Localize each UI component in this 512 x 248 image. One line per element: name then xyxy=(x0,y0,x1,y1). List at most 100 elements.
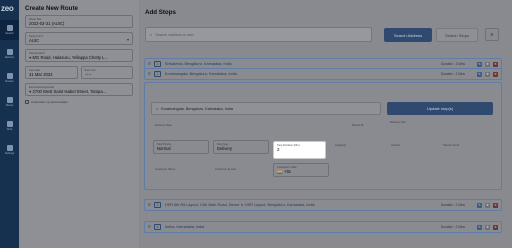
field-value: 2022-03-31 (AUIC) xyxy=(29,21,65,26)
field-value: 31 Mar 2023 xyxy=(29,72,53,77)
stop-number: 3 xyxy=(153,202,161,208)
nav-label: Settings xyxy=(4,152,15,155)
delivery-note-label: Delivery Note xyxy=(155,123,172,127)
volume-label: Volume xyxy=(391,143,401,147)
custom-start-checkbox[interactable]: Customize my start location xyxy=(25,100,133,104)
edit-icon[interactable]: ✎ xyxy=(477,202,482,208)
layers-icon[interactable]: ≡ xyxy=(485,28,499,41)
nav-label: Stores xyxy=(5,104,14,107)
nav-item-chat[interactable]: Chat xyxy=(0,116,19,136)
chat-icon xyxy=(6,121,13,127)
delete-icon[interactable]: ✕ xyxy=(493,202,498,208)
stop-type-select[interactable]: Stop type Delivery xyxy=(213,140,269,154)
delete-icon[interactable]: ✕ xyxy=(493,61,498,67)
stop-address: HSR 6th Rd Layout, 12th Main Road, Secto… xyxy=(164,203,315,207)
form-title: Create New Route xyxy=(25,5,78,12)
stop-duration-input[interactable]: Stop Duration (Min.) 2 xyxy=(273,141,326,159)
stop-duration: Duration : 2 Mins xyxy=(440,72,465,76)
add-stops-panel: Add Stops ⌕ Search address to add Search… xyxy=(139,0,512,248)
field-value: ⌖ 2700 West Saint Isabel Street, Tampa..… xyxy=(29,89,129,95)
stop-row[interactable]: ≡ 3 HSR 6th Rd Layout, 12th Main Road, S… xyxy=(144,199,502,211)
stop-number: 1 xyxy=(153,61,161,67)
drag-handle-icon[interactable]: ≡ xyxy=(148,61,151,67)
start-location-value: MG Road, Halasuru, Yellappa Chetty L... xyxy=(32,55,108,60)
stop-form-select[interactable]: Stops Form* AUIC ▾ xyxy=(25,32,133,45)
search-icon: ⌕ xyxy=(156,106,159,111)
move-icon[interactable]: ✥ xyxy=(485,71,490,77)
customer-phone-input[interactable]: Customer's Calls +91 xyxy=(273,163,329,177)
start-location-field[interactable]: Start location* ⌖ MG Road, Halasuru, Yel… xyxy=(25,49,133,62)
nav-item-stores[interactable]: Stores xyxy=(0,92,19,112)
checkbox-label: Customize my start location xyxy=(31,100,68,104)
field-value: Delivery xyxy=(217,146,233,151)
stop-duration: Duration : 2 Mins xyxy=(440,225,465,229)
search-placeholder: Search address to add xyxy=(155,32,194,37)
field-value: ⌖ MG Road, Halasuru, Yellappa Chetty L..… xyxy=(29,55,129,61)
nav-item-search[interactable]: Search xyxy=(0,20,19,40)
home-icon xyxy=(6,25,13,31)
stop-duration: Duration : 2 Mins xyxy=(440,62,465,66)
nav-label: Delivery xyxy=(4,56,15,59)
move-icon[interactable]: ✥ xyxy=(485,224,490,230)
stop-number: 2 xyxy=(153,71,161,77)
move-icon[interactable]: ✥ xyxy=(485,61,490,67)
drag-handle-icon[interactable]: ≡ xyxy=(148,202,151,208)
delivery-slot-label: Delivery Slot xyxy=(390,120,406,124)
nav-label: Chat xyxy=(6,128,13,131)
customer-name-label: Customer Name xyxy=(155,167,176,171)
search-icon: ⌕ xyxy=(150,32,153,37)
nav-rail: zeo Search Delivery Routes Stores Chat S… xyxy=(0,0,19,248)
stop-address: Koramangala, Bengaluru, Karnataka, India xyxy=(164,72,237,76)
store-icon xyxy=(6,97,13,103)
chevron-down-icon: ▾ xyxy=(126,37,129,42)
stop-address-value: Koramangala, Bengaluru, Karnataka, India xyxy=(161,106,233,111)
edit-icon[interactable]: ✎ xyxy=(477,71,482,77)
flag-icon xyxy=(277,169,282,174)
stop-priority-select[interactable]: Stop Priority Normal xyxy=(153,140,209,154)
customer-email-label: Customer E-mail xyxy=(215,167,236,171)
phone-code: +91 xyxy=(284,169,292,174)
end-location-value: 2700 West Saint Isabel Street, Tampa... xyxy=(32,89,107,94)
field-value: --:-- xyxy=(84,72,92,77)
nav-label: Routes xyxy=(5,80,14,83)
stop-address: Indira, Karnataka, India xyxy=(164,225,205,229)
stop-number: 4 xyxy=(153,224,161,230)
field-value: 2 xyxy=(277,147,280,152)
search-stops-button[interactable]: Search Stops xyxy=(436,28,478,42)
nav-item-settings[interactable]: Settings xyxy=(0,140,19,160)
drag-handle-icon[interactable]: ≡ xyxy=(148,71,151,77)
stop-row[interactable]: ≡ 2 Koramangala, Bengaluru, Karnataka, I… xyxy=(144,68,502,80)
create-route-form: Create New Route Route Title 2022-03-31 … xyxy=(19,0,139,248)
drag-handle-icon[interactable]: ≡ xyxy=(148,224,151,230)
nav-item-routes[interactable]: Routes xyxy=(0,68,19,88)
edit-icon[interactable]: ✎ xyxy=(477,61,482,67)
update-stop-button[interactable]: Update stop(s) xyxy=(387,102,493,115)
stop-duration: Duration : 2 Mins xyxy=(440,203,465,207)
nav-item-delivery[interactable]: Delivery xyxy=(0,44,19,64)
field-value: Normal xyxy=(157,146,171,151)
route-icon xyxy=(6,73,13,79)
delete-icon[interactable]: ✕ xyxy=(493,224,498,230)
nav-label: Search xyxy=(5,32,14,35)
app-logo: zeo xyxy=(1,4,14,13)
parcel-count-label: Parcel Count xyxy=(443,143,460,147)
move-icon[interactable]: ✥ xyxy=(485,202,490,208)
end-location-field[interactable]: End location(optional) ⌖ 2700 West Saint… xyxy=(25,83,133,96)
page-title: Add Stops xyxy=(145,9,176,16)
search-address-button[interactable]: Search Address xyxy=(384,28,432,42)
gear-icon xyxy=(6,145,13,151)
stop-row[interactable]: ≡ 4 Indira, Karnataka, India Duration : … xyxy=(144,221,502,233)
delete-icon[interactable]: ✕ xyxy=(493,71,498,77)
route-title-field[interactable]: Route Title 2022-03-31 (AUIC) xyxy=(25,15,133,28)
stop-editor: ⌕ Koramangala, Bengaluru, Karnataka, Ind… xyxy=(144,82,502,190)
address-search-input[interactable]: ⌕ Search address to add xyxy=(145,27,372,42)
checkbox-icon[interactable] xyxy=(25,100,29,104)
stop-address: Shivaleela, Bengaluru, Karnataka, India xyxy=(164,62,232,66)
field-value: AUIC xyxy=(29,38,40,43)
parcel-id-label: Parcel ID xyxy=(352,123,364,127)
edit-icon[interactable]: ✎ xyxy=(477,224,482,230)
start-time-field[interactable]: Start time --:-- xyxy=(80,66,133,79)
box-icon xyxy=(6,49,13,55)
stop-address-input[interactable]: ⌕ Koramangala, Bengaluru, Karnataka, Ind… xyxy=(151,102,381,115)
start-date-field[interactable]: Start date 31 Mar 2023 xyxy=(25,66,78,79)
